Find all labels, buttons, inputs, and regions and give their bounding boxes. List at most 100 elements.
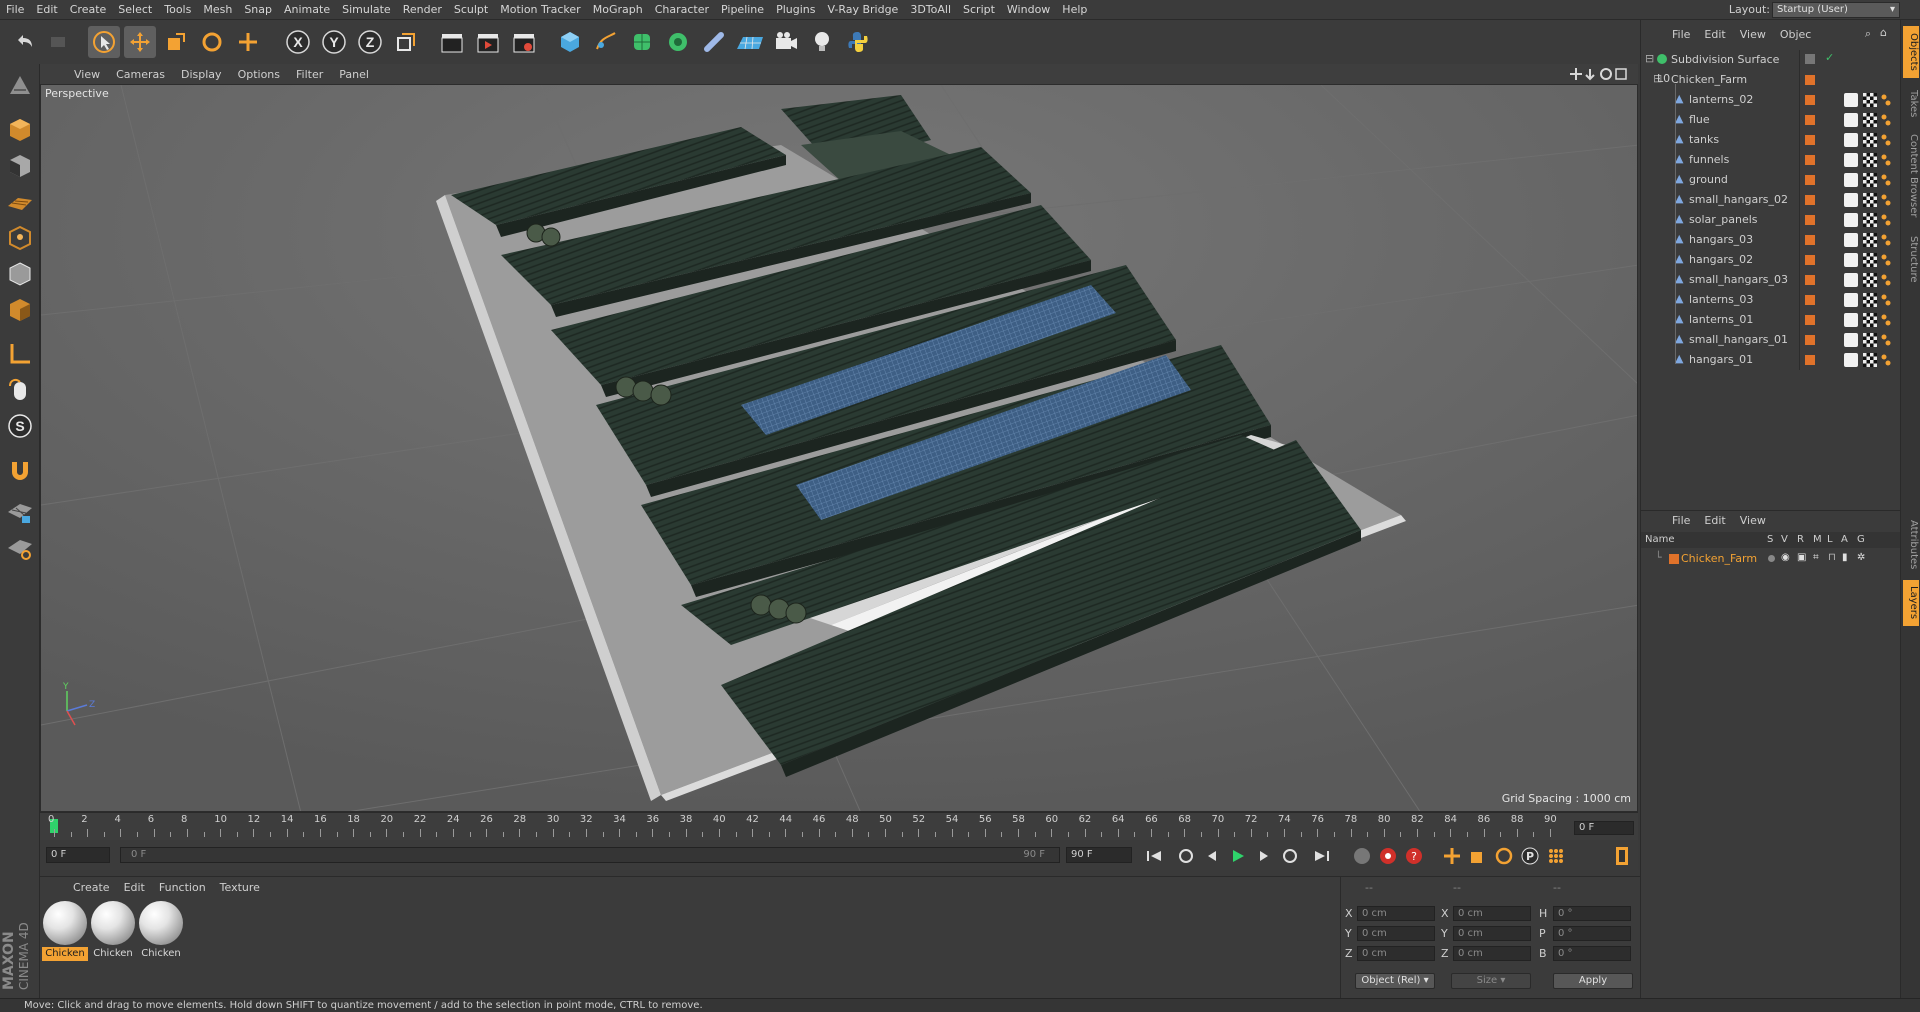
material-swatch[interactable]: Chicken: [42, 901, 88, 961]
texture-tag-icon[interactable]: [1863, 353, 1877, 367]
layer-color-dot[interactable]: [1805, 295, 1815, 305]
phong-tag-icon[interactable]: [1881, 153, 1891, 167]
layer-generator-icon[interactable]: ✲: [1857, 552, 1865, 563]
phong-tag-icon[interactable]: [1881, 293, 1891, 307]
object-row-root[interactable]: ⊟ Subdivision Surface ✓: [1645, 50, 1901, 70]
make-editable-button[interactable]: [4, 70, 36, 102]
render-settings-button[interactable]: [508, 26, 540, 58]
object-row[interactable]: ▲ hangars_01: [1645, 350, 1901, 370]
timeline-frame-field[interactable]: 0 F: [1574, 821, 1634, 835]
material-menu-texture[interactable]: Texture: [213, 881, 267, 894]
floor-button[interactable]: [734, 26, 766, 58]
position-y-field[interactable]: 0 cm: [1357, 926, 1435, 941]
object-row[interactable]: ▲ lanterns_03: [1645, 290, 1901, 310]
deformer-button[interactable]: [698, 26, 730, 58]
menu-render[interactable]: Render: [397, 0, 448, 20]
undo-button[interactable]: [8, 26, 40, 58]
points-mode-button[interactable]: [4, 222, 36, 254]
menu-simulate[interactable]: Simulate: [336, 0, 397, 20]
layer-color-dot[interactable]: [1805, 315, 1815, 325]
x-axis-button[interactable]: X: [282, 26, 314, 58]
size-z-field[interactable]: 0 cm: [1453, 946, 1531, 961]
viewport-menu-view[interactable]: View: [66, 68, 108, 81]
menu-select[interactable]: Select: [112, 0, 158, 20]
camera-button[interactable]: [770, 26, 802, 58]
layer-color-dot[interactable]: [1805, 235, 1815, 245]
layer-color-dot[interactable]: [1805, 275, 1815, 285]
rotation-h-field[interactable]: 0 °: [1553, 906, 1631, 921]
menu-help[interactable]: Help: [1056, 0, 1093, 20]
size-y-field[interactable]: 0 cm: [1453, 926, 1531, 941]
checkmark-icon[interactable]: ✓: [1825, 51, 1834, 64]
menu-vray-bridge[interactable]: V-Ray Bridge: [821, 0, 904, 20]
z-axis-button[interactable]: Z: [354, 26, 386, 58]
rotation-b-field[interactable]: 0 °: [1553, 946, 1631, 961]
phong-tag-icon[interactable]: [1881, 333, 1891, 347]
layer-solo-dot-icon[interactable]: [1768, 555, 1775, 562]
size-x-field[interactable]: 0 cm: [1453, 906, 1531, 921]
layer-manager-icon[interactable]: ⌗: [1813, 552, 1819, 563]
texture-tag-icon[interactable]: [1863, 133, 1877, 147]
live-select-button[interactable]: [232, 26, 264, 58]
layer-color-dot[interactable]: [1805, 255, 1815, 265]
texture-tag-icon[interactable]: [1863, 93, 1877, 107]
texture-tag-icon[interactable]: [1863, 113, 1877, 127]
pen-spline-button[interactable]: [590, 26, 622, 58]
home-icon[interactable]: ⌂: [1880, 26, 1887, 39]
render-picture-viewer-button[interactable]: [472, 26, 504, 58]
cube-button[interactable]: [554, 26, 586, 58]
object-row[interactable]: ▲ hangars_03: [1645, 230, 1901, 250]
phong-tag-icon[interactable]: [1881, 173, 1891, 187]
position-x-field[interactable]: 0 cm: [1357, 906, 1435, 921]
object-row[interactable]: ▲ small_hangars_02: [1645, 190, 1901, 210]
material-tag-icon[interactable]: [1844, 213, 1858, 227]
viewport-menu-display[interactable]: Display: [173, 68, 230, 81]
menu-window[interactable]: Window: [1001, 0, 1056, 20]
tweak-mode-button[interactable]: [4, 374, 36, 406]
layer-color-dot[interactable]: [1805, 135, 1815, 145]
material-tag-icon[interactable]: [1844, 313, 1858, 327]
scale-tool-button[interactable]: [160, 26, 192, 58]
tab-layers[interactable]: Layers: [1903, 580, 1919, 626]
menu-mograph[interactable]: MoGraph: [587, 0, 649, 20]
planar-workplane-button[interactable]: [4, 532, 36, 564]
object-row[interactable]: ▲ tanks: [1645, 130, 1901, 150]
max-frame-field[interactable]: 90 F: [1066, 847, 1132, 863]
layer-color-dot[interactable]: [1805, 115, 1815, 125]
visibility-toggle-icon[interactable]: [1805, 54, 1815, 64]
layer-color-dot[interactable]: [1805, 195, 1815, 205]
texture-tag-icon[interactable]: [1863, 213, 1877, 227]
key-scale-button[interactable]: [1466, 845, 1490, 867]
next-frame-button[interactable]: [1252, 845, 1276, 867]
size-mode-select[interactable]: Size ▾: [1451, 973, 1531, 989]
polygons-mode-button[interactable]: [4, 294, 36, 326]
material-menu-create[interactable]: Create: [66, 881, 117, 894]
menu-pipeline[interactable]: Pipeline: [715, 0, 770, 20]
coordinate-mode-select[interactable]: Object (Rel) ▾: [1355, 973, 1435, 989]
texture-tag-icon[interactable]: [1863, 253, 1877, 267]
tab-structure[interactable]: Structure: [1903, 230, 1919, 288]
phong-tag-icon[interactable]: [1881, 273, 1891, 287]
material-tag-icon[interactable]: [1844, 233, 1858, 247]
phong-tag-icon[interactable]: [1881, 233, 1891, 247]
menu-tools[interactable]: Tools: [158, 0, 197, 20]
material-tag-icon[interactable]: [1844, 133, 1858, 147]
texture-tag-icon[interactable]: [1863, 333, 1877, 347]
menu-edit[interactable]: Edit: [30, 0, 63, 20]
key-position-button[interactable]: [1440, 845, 1464, 867]
layer-color-dot[interactable]: [1805, 75, 1815, 85]
layer-lock-icon[interactable]: ⊓: [1828, 552, 1836, 563]
phong-tag-icon[interactable]: [1881, 313, 1891, 327]
viewport-menu-panel[interactable]: Panel: [331, 68, 377, 81]
y-axis-button[interactable]: Y: [318, 26, 350, 58]
phong-tag-icon[interactable]: [1881, 193, 1891, 207]
expand-icon[interactable]: ⊟: [1645, 52, 1654, 65]
redo-button[interactable]: [42, 26, 74, 58]
om-menu-objects[interactable]: Objec: [1773, 28, 1819, 41]
phong-tag-icon[interactable]: [1881, 253, 1891, 267]
search-icon[interactable]: ⌕: [1865, 27, 1871, 41]
position-z-field[interactable]: 0 cm: [1357, 946, 1435, 961]
lock-workplane-button[interactable]: [4, 496, 36, 528]
tab-attributes[interactable]: Attributes: [1903, 514, 1919, 576]
rotation-p-field[interactable]: 0 °: [1553, 926, 1631, 941]
